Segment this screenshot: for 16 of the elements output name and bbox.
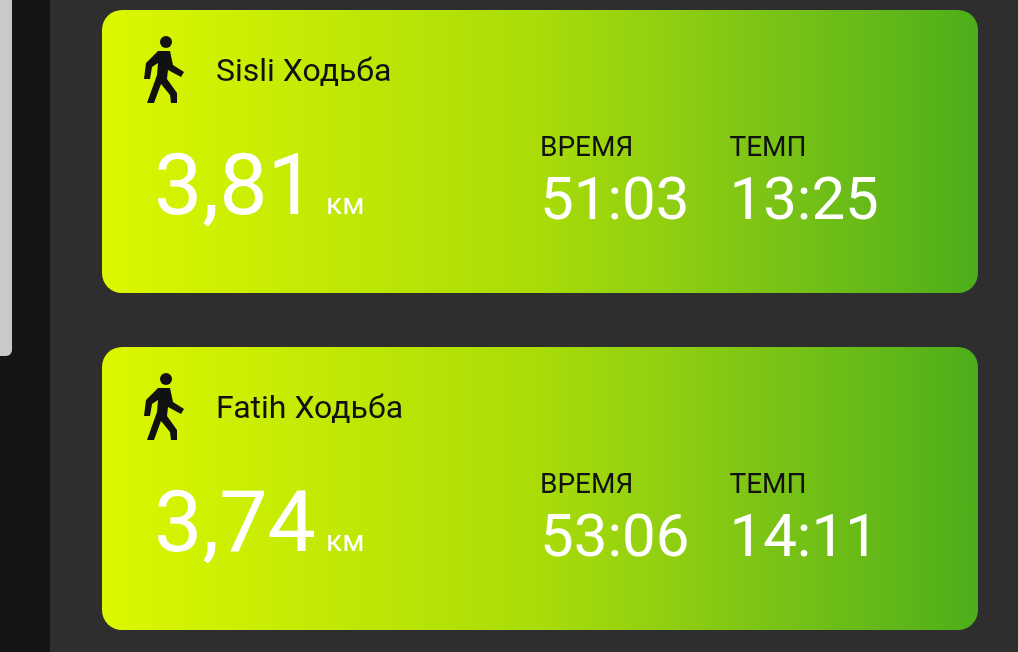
stat-value: 14:11 (729, 506, 879, 566)
stat-label: ВРЕМЯ (540, 470, 635, 498)
distance-unit: км (325, 526, 365, 556)
activity-title: Sisli Ходьба (216, 54, 392, 86)
activity-card[interactable]: Fatih Ходьба 3,74 км ВРЕМЯ 53:06 ТЕМП 14:11 (102, 347, 978, 630)
stat-value: 53:06 (540, 506, 690, 566)
stat-label: ТЕМП (729, 133, 808, 161)
activity-card[interactable]: Sisli Ходьба 3,81 км ВРЕМЯ 51:03 ТЕМП 13:25 (102, 10, 978, 293)
stat-label: ТЕМП (729, 470, 808, 498)
stat-label: ВРЕМЯ (540, 133, 635, 161)
stat-value: 13:25 (729, 169, 879, 229)
distance-value: 3,74 (154, 479, 316, 565)
distance-unit: км (325, 189, 365, 219)
stat-value: 51:03 (540, 169, 690, 229)
activity-title: Fatih Ходьба (216, 391, 404, 423)
distance-value: 3,81 (154, 142, 316, 228)
